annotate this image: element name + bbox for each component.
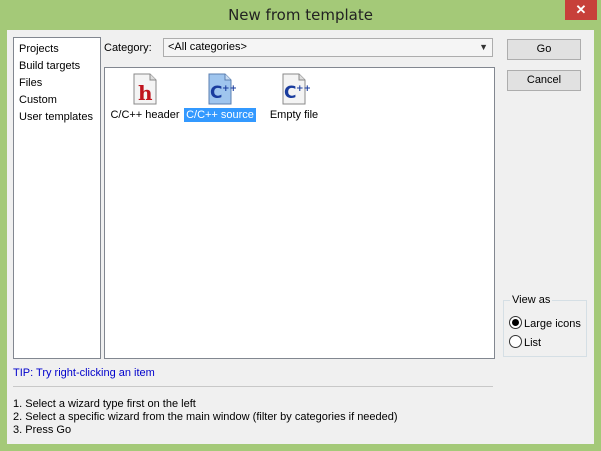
template-label: C/C++ header [110, 109, 180, 121]
divider [13, 386, 493, 387]
instruction-step-1: 1. Select a wizard type first on the lef… [13, 398, 196, 410]
svg-text:h: h [138, 81, 153, 105]
svg-text:++: ++ [222, 84, 236, 94]
template-label: C/C++ source [184, 108, 256, 122]
template-item-empty[interactable]: C ++ Empty file [255, 73, 333, 122]
template-list[interactable]: h C/C++ header C ++ C/C++ source C ++ Em… [104, 67, 495, 359]
wizard-type-custom[interactable]: Custom [19, 92, 57, 108]
cancel-button[interactable]: Cancel [507, 70, 581, 91]
view-large-icons-label: Large icons [524, 318, 581, 330]
radio-unselected-icon[interactable] [509, 335, 522, 348]
empty-file-icon: C ++ [278, 73, 311, 105]
category-label: Category: [104, 42, 152, 54]
view-as-legend: View as [510, 294, 553, 306]
instruction-step-3: 3. Press Go [13, 424, 72, 436]
svg-text:++: ++ [296, 84, 310, 94]
dialog-window: New from template ✕ Projects Build targe… [0, 0, 601, 451]
template-item-header[interactable]: h C/C++ header [106, 73, 184, 122]
view-list-option[interactable]: List [509, 335, 541, 351]
view-large-icons-option[interactable]: Large icons [509, 316, 581, 332]
view-list-label: List [524, 337, 542, 349]
category-value: <All categories> [168, 41, 247, 53]
tip-text: TIP: Try right-clicking an item [13, 367, 155, 379]
wizard-type-files[interactable]: Files [19, 75, 42, 91]
view-as-group: View as Large icons List [503, 294, 587, 357]
dialog-client: Projects Build targets Files Custom User… [7, 30, 594, 444]
header-file-icon: h [129, 73, 161, 105]
category-dropdown[interactable]: <All categories> ▼ [163, 38, 493, 57]
instruction-step-2: 2. Select a specific wizard from the mai… [13, 411, 398, 423]
wizard-type-build-targets[interactable]: Build targets [19, 58, 80, 74]
wizard-type-list[interactable]: Projects Build targets Files Custom User… [13, 37, 101, 359]
svg-text:C: C [210, 83, 222, 103]
chevron-down-icon: ▼ [479, 42, 488, 52]
go-button[interactable]: Go [507, 39, 581, 60]
template-label: Empty file [269, 109, 319, 121]
radio-selected-icon[interactable] [509, 316, 522, 329]
template-item-source[interactable]: C ++ C/C++ source [181, 73, 259, 122]
wizard-type-user-templates[interactable]: User templates [19, 109, 93, 125]
dialog-title: New from template [228, 6, 373, 24]
title-bar[interactable]: New from template ✕ [0, 0, 601, 30]
source-file-icon: C ++ [204, 73, 237, 105]
close-icon: ✕ [575, 2, 587, 17]
wizard-type-projects[interactable]: Projects [19, 41, 59, 57]
close-button[interactable]: ✕ [565, 0, 597, 20]
svg-text:C: C [284, 83, 296, 103]
